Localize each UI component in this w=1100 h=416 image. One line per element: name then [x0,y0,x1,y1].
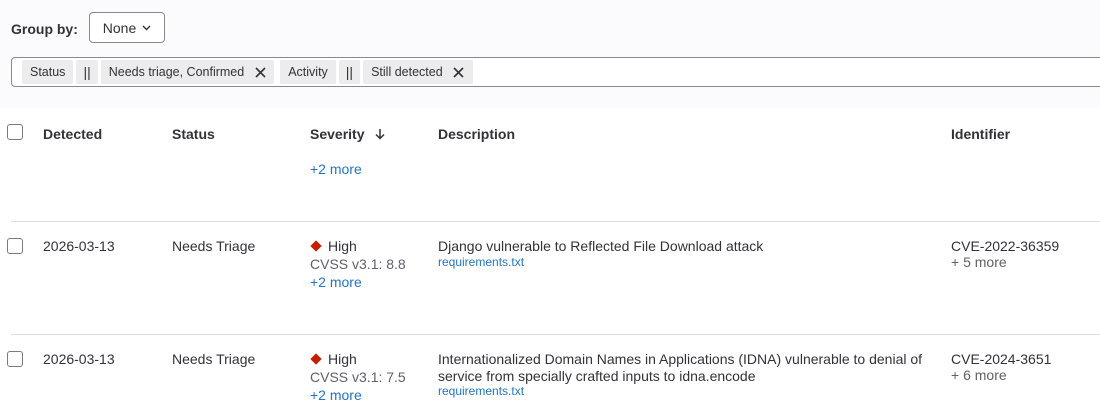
severity-high-icon [310,240,322,252]
filtered-search-bar[interactable]: Status || Needs triage, Confirmed Activi… [11,57,1100,87]
filter-token-operator[interactable]: || [338,60,361,84]
group-by-dropdown[interactable]: None [89,12,165,43]
table-row: +2 more [0,158,1100,221]
identifier-more[interactable]: + 5 more [951,254,1007,270]
severity-more-link[interactable]: +2 more [310,274,362,290]
column-header-identifier[interactable]: Identifier [951,126,1010,142]
filter-token-operator[interactable]: || [76,60,98,84]
vulnerability-description-link[interactable]: Django vulnerable to Reflected File Down… [438,238,928,255]
file-path-link[interactable]: requirements.txt [438,255,524,269]
column-header-status[interactable]: Status [172,126,215,142]
detected-date: 2026-03-13 [43,238,115,254]
filter-token-value-text: Still detected [371,65,443,79]
sort-descending-icon [375,129,385,140]
column-header-detected[interactable]: Detected [43,126,102,142]
status-text: Needs Triage [172,351,256,367]
column-header-description[interactable]: Description [438,126,515,142]
severity-header-label: Severity [310,126,365,142]
severity-badge: High [310,238,357,254]
filter-token-value-text: Needs triage, Confirmed [108,65,245,79]
table-row: 2026-03-13 Needs Triage High CVSS v3.1: … [0,335,1100,416]
filter-token-key[interactable]: Status [22,60,74,84]
table-row: 2026-03-13 Needs Triage High CVSS v3.1: … [0,222,1100,334]
cvss-score: CVSS v3.1: 7.5 [310,369,406,385]
group-by-value: None [102,19,137,36]
chevron-down-icon [142,25,151,30]
identifier: CVE-2022-36359 [951,238,1060,254]
table-header: Detected Status Severity Description Ide… [0,108,1100,158]
vulnerability-description-link[interactable]: Internationalized Domain Names in Applic… [438,351,928,385]
identifier: CVE-2024-3651 [951,351,1052,367]
row-checkbox[interactable] [7,351,23,367]
severity-label: High [328,238,357,254]
identifier-more[interactable]: + 6 more [951,367,1007,383]
cvss-score: CVSS v3.1: 8.8 [310,256,406,272]
group-by-label: Group by: [11,21,78,37]
row-checkbox[interactable] [7,238,23,254]
severity-badge: High [310,351,357,367]
severity-more-link[interactable]: +2 more [310,387,362,403]
select-all-checkbox[interactable] [7,124,23,140]
file-path-link[interactable]: requirements.txt [438,384,524,398]
status-text: Needs Triage [172,238,256,254]
severity-label: High [328,351,357,367]
close-icon[interactable] [449,62,469,82]
filter-token-value[interactable]: Needs triage, Confirmed [100,60,275,84]
filter-token-value[interactable]: Still detected [363,60,473,84]
filter-toolbar: Group by: None Status || Needs triage, C… [0,0,1100,108]
column-header-severity[interactable]: Severity [310,126,386,142]
filter-token-key[interactable]: Activity [280,60,336,84]
close-icon[interactable] [250,62,270,82]
severity-high-icon [310,353,322,365]
detected-date: 2026-03-13 [43,351,115,367]
severity-more-link[interactable]: +2 more [310,161,362,177]
